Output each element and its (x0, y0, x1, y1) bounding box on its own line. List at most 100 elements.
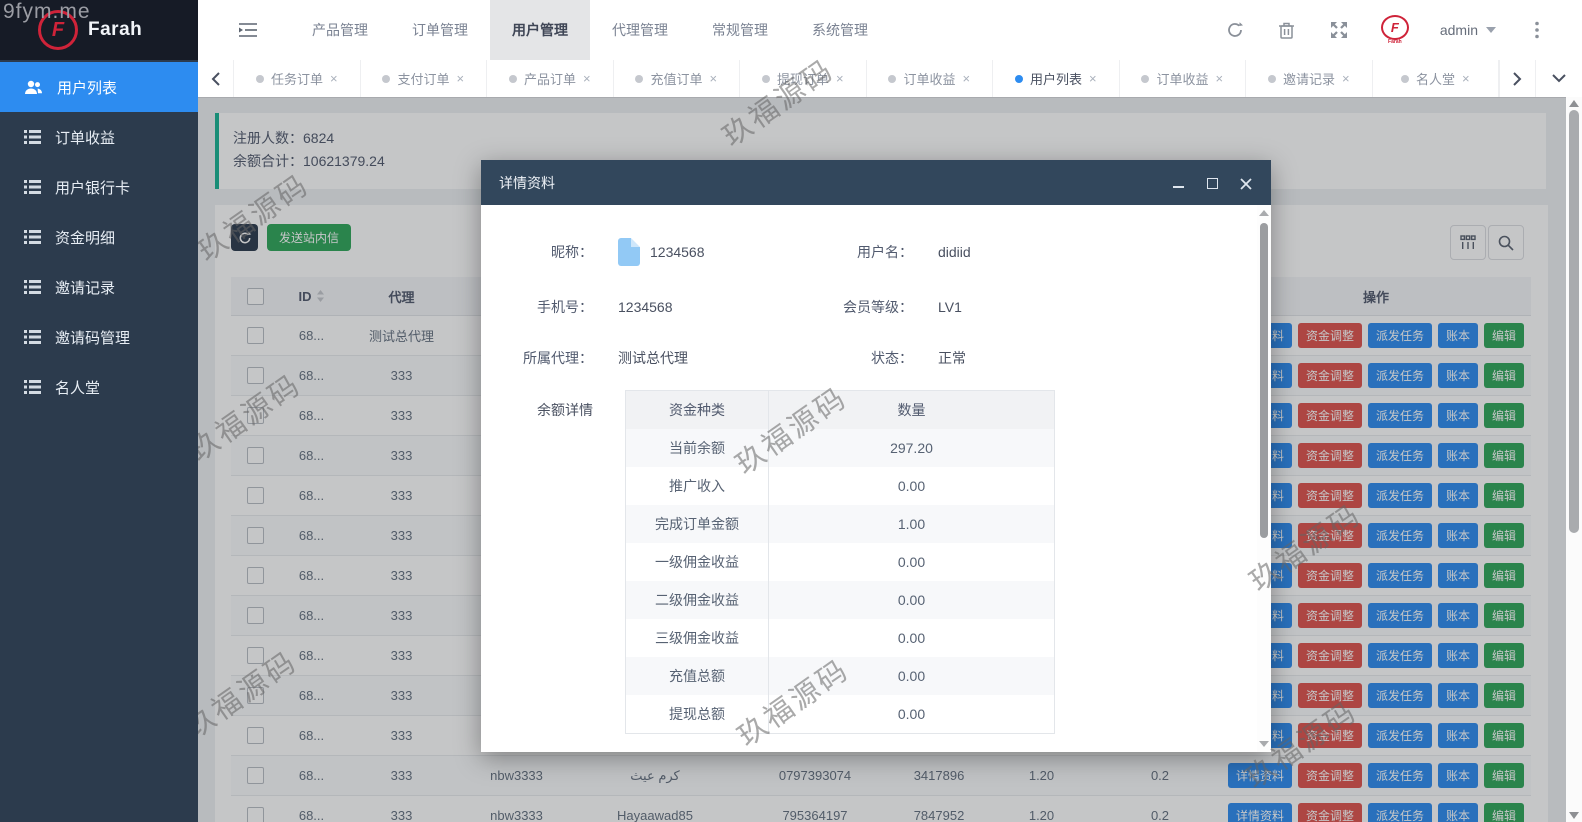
nav-item-order[interactable]: 订单管理 (390, 0, 490, 60)
tab-invite-records[interactable]: 邀请记录 × (1246, 60, 1373, 97)
nav-item-agent[interactable]: 代理管理 (590, 0, 690, 60)
menu-fold-icon[interactable] (226, 0, 270, 60)
scrollbar-thumb[interactable] (1260, 223, 1268, 538)
tabs-dropdown-icon[interactable] (1536, 60, 1582, 97)
close-icon[interactable]: × (1089, 72, 1097, 85)
nickname-label: 昵称： (551, 244, 593, 260)
file-icon (618, 238, 640, 266)
close-icon[interactable]: × (583, 72, 591, 85)
account-menu[interactable]: admin (1440, 22, 1496, 38)
sidebar: F Farah 用户列表 订单收益 用户银行卡 资金明细 邀请记录 邀请码管理 … (0, 0, 198, 822)
status-label: 状态： (871, 350, 913, 366)
user-detail-form: 昵称： 1234568 用户名： didiid 手机号： 1234568 会员等… (481, 205, 1271, 368)
tab-task-orders[interactable]: 任务订单 × (234, 60, 361, 97)
sidebar-item-hall-of-fame[interactable]: 名人堂 (0, 362, 198, 412)
sidebar-item-invite-code[interactable]: 邀请码管理 (0, 312, 198, 362)
scroll-up-icon[interactable] (1569, 100, 1579, 107)
list-icon (24, 280, 41, 294)
maximize-icon[interactable] (1205, 176, 1219, 190)
tab-product-orders[interactable]: 产品订单 × (487, 60, 614, 97)
balance-row: 三级佣金收益 0.00 (626, 619, 1054, 657)
scrollbar-thumb[interactable] (1569, 110, 1579, 533)
balance-section: 余额详情 资金种类 数量 当前余额 297.20 推广收入 0.00 完成订单金额 1… (481, 390, 1271, 734)
close-icon[interactable]: × (456, 72, 464, 85)
close-icon[interactable]: × (330, 72, 338, 85)
list-icon (24, 180, 41, 194)
modal-scrollbar[interactable] (1257, 205, 1271, 752)
farah-logo-icon: F (38, 10, 78, 50)
sidebar-item-order-income[interactable]: 订单收益 (0, 112, 198, 162)
tab-withdraw-orders[interactable]: 提现订单 × (740, 60, 867, 97)
top-navbar: 产品管理 订单管理 用户管理 代理管理 常规管理 系统管理 F Farah ad… (198, 0, 1582, 61)
sidebar-item-label: 名人堂 (55, 379, 101, 397)
balance-row: 当前余额 297.20 (626, 429, 1054, 467)
close-icon[interactable]: × (1462, 72, 1470, 85)
page-scrollbar[interactable] (1566, 97, 1582, 822)
nav-item-system[interactable]: 系统管理 (790, 0, 890, 60)
tabs-strip: 任务订单 × 支付订单 × 产品订单 × 充值订单 × 提现订单 × 订单收益 × 用户列表… (234, 60, 1499, 97)
tabs-scroll-left-icon[interactable] (198, 60, 234, 97)
close-icon[interactable] (1239, 176, 1253, 190)
account-name: admin (1439, 22, 1478, 38)
users-icon (25, 80, 42, 94)
nickname-value: 1234568 (605, 238, 817, 266)
level-label: 会员等级： (843, 299, 913, 315)
navbar-right: F Farah admin (1224, 0, 1582, 60)
brand-area: F Farah (0, 0, 198, 60)
kebab-menu-icon[interactable] (1526, 19, 1548, 41)
fullscreen-icon[interactable] (1328, 19, 1350, 41)
close-icon[interactable]: × (962, 72, 970, 85)
modal-header[interactable]: 详情资料 (481, 160, 1271, 205)
user-avatar[interactable]: F Farah (1380, 15, 1410, 45)
tabs-scroll-right-icon[interactable] (1499, 60, 1536, 97)
close-icon[interactable]: × (836, 72, 844, 85)
sidebar-item-label: 用户银行卡 (55, 179, 131, 197)
balance-table: 资金种类 数量 当前余额 297.20 推广收入 0.00 完成订单金额 1.00 一… (625, 390, 1055, 734)
tab-user-list[interactable]: 用户列表 × (993, 60, 1120, 97)
phone-label: 手机号： (537, 299, 593, 315)
agent-value: 测试总代理 (618, 350, 688, 366)
top-menu: 产品管理 订单管理 用户管理 代理管理 常规管理 系统管理 (290, 0, 890, 60)
modal-title: 详情资料 (499, 174, 555, 191)
close-icon[interactable]: × (709, 72, 717, 85)
sidebar-item-invite-records[interactable]: 邀请记录 (0, 262, 198, 312)
balance-row: 充值总额 0.00 (626, 657, 1054, 695)
agent-label: 所属代理： (523, 350, 593, 366)
username-value: didiid (938, 244, 971, 260)
close-icon[interactable]: × (1342, 72, 1350, 85)
list-icon (24, 330, 41, 344)
scroll-down-icon[interactable] (1259, 741, 1269, 747)
scroll-up-icon[interactable] (1259, 210, 1269, 216)
nav-item-general[interactable]: 常规管理 (690, 0, 790, 60)
sidebar-item-fund-detail[interactable]: 资金明细 (0, 212, 198, 262)
sidebar-item-user-bankcard[interactable]: 用户银行卡 (0, 162, 198, 212)
trash-icon[interactable] (1276, 19, 1298, 41)
list-icon (24, 380, 41, 394)
nav-item-user[interactable]: 用户管理 (490, 0, 590, 60)
tab-pay-orders[interactable]: 支付订单 × (361, 60, 487, 97)
app-window: F Farah 用户列表 订单收益 用户银行卡 资金明细 邀请记录 邀请码管理 … (0, 0, 1582, 822)
tab-hall-of-fame[interactable]: 名人堂 × (1373, 60, 1499, 97)
scroll-down-icon[interactable] (1569, 812, 1579, 819)
phone-value: 1234568 (618, 299, 673, 315)
refresh-icon[interactable] (1224, 19, 1246, 41)
tab-order-income-1[interactable]: 订单收益 × (867, 60, 993, 97)
balance-header-row: 资金种类 数量 (626, 391, 1054, 429)
tabs-right-controls (1499, 60, 1582, 97)
username-label: 用户名： (857, 244, 913, 260)
modal-body: 昵称： 1234568 用户名： didiid 手机号： 1234568 会员等… (481, 205, 1271, 752)
chevron-down-icon (1486, 27, 1496, 33)
tab-bar: 任务订单 × 支付订单 × 产品订单 × 充值订单 × 提现订单 × 订单收益 × 用户列表… (198, 60, 1582, 98)
sidebar-item-label: 资金明细 (55, 229, 116, 247)
minimize-icon[interactable] (1171, 176, 1185, 190)
detail-modal: 详情资料 昵称： 1234568 用户名： didiid 手机号： 123456… (481, 160, 1271, 752)
close-icon[interactable]: × (1215, 72, 1223, 85)
sidebar-item-label: 邀请记录 (55, 279, 116, 297)
balance-row: 提现总额 0.00 (626, 695, 1054, 733)
balance-section-label: 余额详情 (537, 402, 593, 418)
sidebar-item-user-list[interactable]: 用户列表 (0, 62, 198, 112)
tab-recharge-orders[interactable]: 充值订单 × (614, 60, 740, 97)
nav-item-product[interactable]: 产品管理 (290, 0, 390, 60)
tab-order-income-2[interactable]: 订单收益 × (1120, 60, 1246, 97)
sidebar-item-label: 邀请码管理 (55, 329, 131, 347)
